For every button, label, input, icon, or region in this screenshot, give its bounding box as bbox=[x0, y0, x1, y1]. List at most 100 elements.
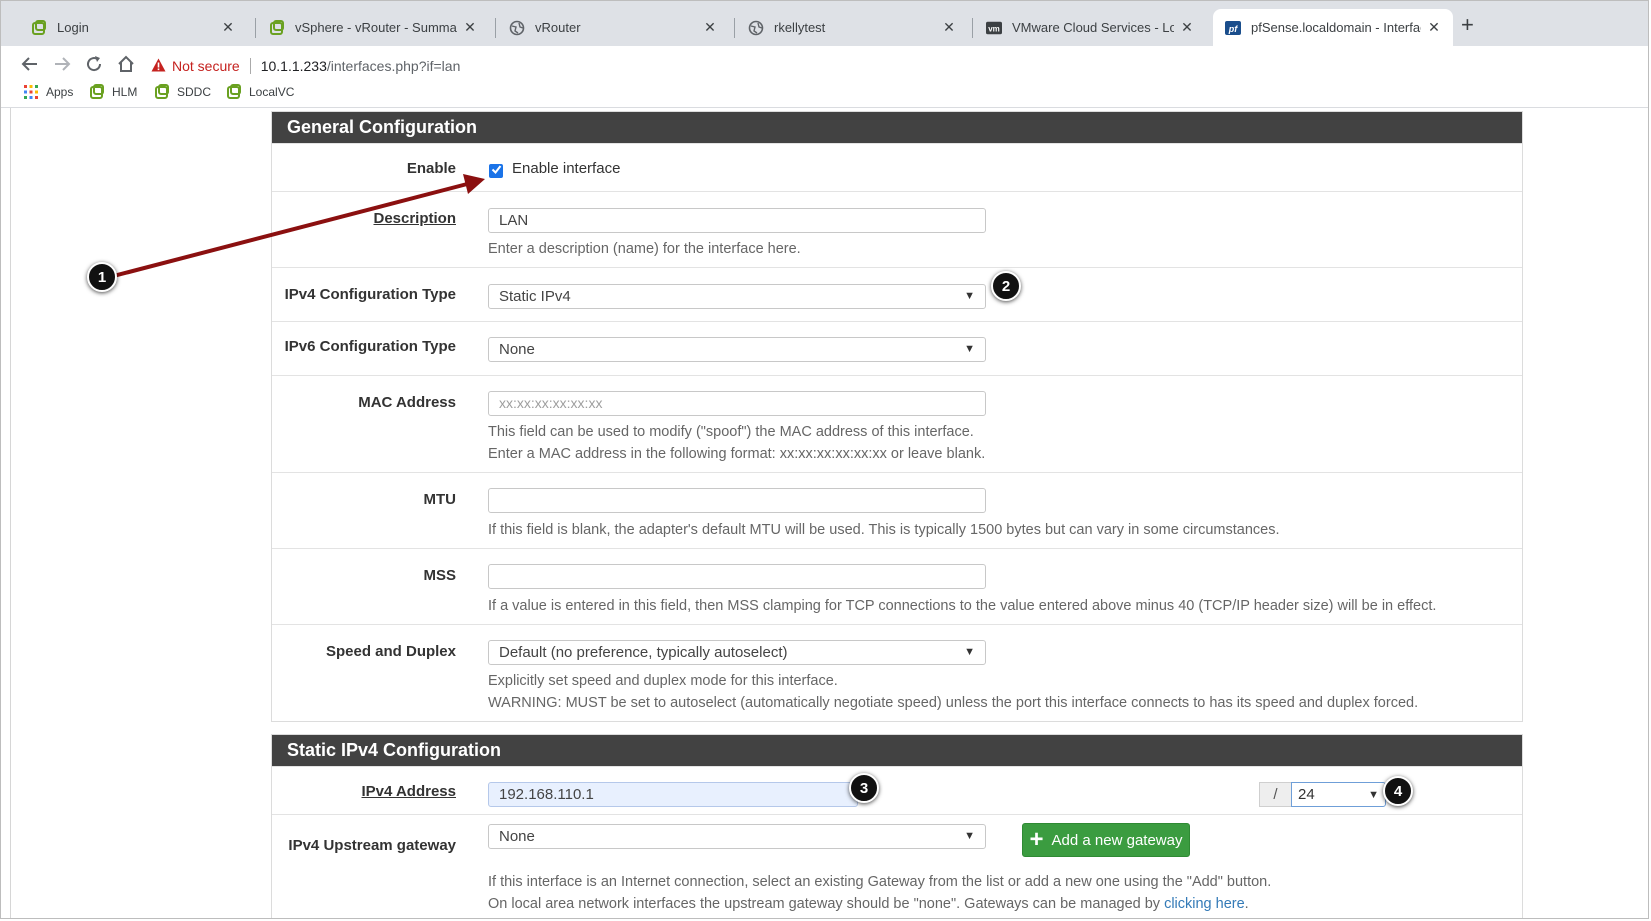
bookmark-hlm[interactable]: HLM bbox=[89, 84, 137, 100]
ipv4-gateway-label: IPv4 Upstream gateway bbox=[288, 837, 456, 854]
gateway-help-2-text: On local area network interfaces the ups… bbox=[488, 896, 1165, 912]
mac-address-help-2: Enter a MAC address in the following for… bbox=[488, 446, 986, 462]
panel-heading: Static IPv4 Configuration bbox=[272, 735, 1522, 766]
security-status[interactable]: Not secure bbox=[172, 58, 240, 74]
bookmark-localvc[interactable]: LocalVC bbox=[226, 84, 294, 100]
tab-title: VMware Cloud Services - Log In bbox=[1012, 20, 1174, 35]
callout-4: 4 bbox=[1383, 776, 1413, 806]
mss-input[interactable] bbox=[488, 564, 986, 589]
new-tab-button[interactable]: + bbox=[1461, 12, 1474, 38]
description-row: Description Enter a description (name) f… bbox=[272, 191, 1522, 267]
enable-checkbox[interactable] bbox=[489, 164, 503, 178]
speed-duplex-help-2: WARNING: MUST be set to autoselect (auto… bbox=[488, 695, 1419, 711]
bookmark-sddc[interactable]: SDDC bbox=[154, 84, 211, 100]
bookmark-label: LocalVC bbox=[249, 85, 295, 99]
manage-gateways-link[interactable]: clicking here bbox=[1164, 896, 1245, 912]
tab-login[interactable]: Login ✕ bbox=[19, 9, 247, 46]
tab-vsphere[interactable]: vSphere - vRouter - Summary ✕ bbox=[257, 9, 489, 46]
close-icon[interactable]: ✕ bbox=[221, 19, 235, 36]
close-icon[interactable]: ✕ bbox=[703, 19, 717, 36]
bookmark-label: Apps bbox=[46, 85, 74, 99]
enable-checkbox-label[interactable]: Enable interface bbox=[512, 160, 620, 177]
speed-duplex-select[interactable]: Default (no preference, typically autose… bbox=[488, 640, 986, 665]
home-button[interactable] bbox=[115, 55, 137, 77]
description-help: Enter a description (name) for the inter… bbox=[488, 241, 801, 257]
description-label[interactable]: Description bbox=[272, 210, 456, 227]
checkmark-icon bbox=[491, 164, 502, 178]
tab-pfsense[interactable]: pf pfSense.localdomain - Interfaces ✕ bbox=[1213, 9, 1453, 46]
gateway-help-2-suffix: . bbox=[1244, 896, 1249, 912]
chevron-down-icon: ▼ bbox=[964, 290, 975, 302]
bookmark-apps[interactable]: Apps bbox=[23, 84, 73, 100]
close-icon[interactable]: ✕ bbox=[942, 19, 956, 36]
speed-duplex-label: Speed and Duplex bbox=[325, 643, 456, 660]
add-gateway-label: Add a new gateway bbox=[1051, 831, 1183, 849]
mac-address-label: MAC Address bbox=[358, 394, 456, 411]
reload-button[interactable] bbox=[83, 55, 105, 77]
page-left-border bbox=[10, 108, 11, 918]
tab-vmware-cloud[interactable]: vm VMware Cloud Services - Log In ✕ bbox=[974, 9, 1206, 46]
ipv4-address-label[interactable]: IPv4 Address bbox=[272, 783, 457, 800]
speed-duplex-row: Speed and Duplex Default (no preference,… bbox=[272, 624, 1522, 722]
ipv6-type-label: IPv6 Configuration Type bbox=[284, 338, 456, 355]
general-configuration-panel: General Configuration Enable Enable inte… bbox=[271, 111, 1523, 722]
svg-text:pf: pf bbox=[1228, 24, 1238, 34]
close-icon[interactable]: ✕ bbox=[463, 19, 477, 36]
subnet-separator: / bbox=[1259, 782, 1291, 807]
back-button[interactable] bbox=[19, 55, 41, 77]
ipv4-gateway-select[interactable]: None ▼ bbox=[488, 824, 986, 849]
speed-duplex-help-1: Explicitly set speed and duplex mode for… bbox=[488, 673, 838, 689]
tab-vrouter[interactable]: vRouter ✕ bbox=[497, 9, 729, 46]
pf-icon: pf bbox=[1225, 20, 1241, 36]
address-bar[interactable]: Not secure 10.1.1.233/interfaces.php?if=… bbox=[151, 51, 1631, 81]
mss-label: MSS bbox=[423, 567, 456, 584]
chevron-down-icon: ▼ bbox=[1368, 788, 1379, 801]
green-leaf-icon bbox=[226, 84, 242, 100]
mac-address-input[interactable] bbox=[488, 391, 986, 416]
mtu-help: If this field is blank, the adapter's de… bbox=[488, 522, 1280, 538]
url-text[interactable]: 10.1.1.233/interfaces.php?if=lan bbox=[261, 58, 461, 74]
globe-icon bbox=[748, 20, 764, 36]
warning-triangle-icon bbox=[151, 58, 166, 75]
url-path: /interfaces.php?if=lan bbox=[326, 58, 461, 74]
chevron-down-icon: ▼ bbox=[964, 343, 975, 355]
tab-rkellytest[interactable]: rkellytest ✕ bbox=[736, 9, 968, 46]
mtu-input[interactable] bbox=[488, 488, 986, 513]
ipv4-address-row: IPv4 Address / 24 ▼ bbox=[272, 766, 1522, 814]
reload-icon bbox=[85, 55, 103, 78]
arrow-left-icon bbox=[21, 55, 39, 78]
green-leaf-icon bbox=[89, 84, 105, 100]
green-leaf-icon bbox=[154, 84, 170, 100]
mac-address-help-1: This field can be used to modify ("spoof… bbox=[488, 424, 974, 440]
vm-icon: vm bbox=[986, 20, 1002, 36]
tab-separator bbox=[495, 18, 496, 38]
tab-title: vSphere - vRouter - Summary bbox=[295, 20, 457, 35]
ipv4-gateway-value: None bbox=[499, 828, 535, 845]
tab-bar: Login ✕ vSphere - vRouter - Summary ✕ vR… bbox=[1, 1, 1648, 46]
forward-button[interactable] bbox=[51, 55, 73, 77]
panel-heading: General Configuration bbox=[272, 112, 1522, 143]
description-input[interactable] bbox=[488, 208, 986, 233]
ipv4-type-select[interactable]: Static IPv4 ▼ bbox=[488, 284, 986, 309]
mss-row: MSS If a value is entered in this field,… bbox=[272, 548, 1522, 624]
tab-title: rkellytest bbox=[774, 20, 826, 35]
plus-icon: + bbox=[1029, 826, 1044, 853]
close-icon[interactable]: ✕ bbox=[1180, 19, 1194, 36]
close-icon[interactable]: ✕ bbox=[1427, 19, 1441, 36]
ipv4-gateway-row: IPv4 Upstream gateway None ▼ + Add a new… bbox=[272, 814, 1522, 918]
url-host: 10.1.1.233 bbox=[260, 58, 327, 74]
mtu-label: MTU bbox=[423, 491, 457, 508]
chevron-down-icon: ▼ bbox=[964, 646, 975, 658]
gateway-help-2: On local area network interfaces the ups… bbox=[488, 893, 1249, 915]
subnet-mask-select[interactable]: 24 ▼ bbox=[1291, 782, 1386, 807]
ipv6-type-select[interactable]: None ▼ bbox=[488, 337, 986, 362]
ipv4-type-value: Static IPv4 bbox=[499, 288, 571, 305]
address-separator bbox=[249, 58, 251, 74]
ipv4-address-input[interactable] bbox=[488, 782, 858, 807]
bookmark-label: SDDC bbox=[177, 85, 212, 99]
callout-2: 2 bbox=[991, 271, 1021, 301]
ipv6-type-value: None bbox=[499, 341, 535, 358]
tab-separator bbox=[734, 18, 735, 38]
add-gateway-button[interactable]: + Add a new gateway bbox=[1022, 823, 1190, 857]
home-icon bbox=[117, 55, 135, 78]
